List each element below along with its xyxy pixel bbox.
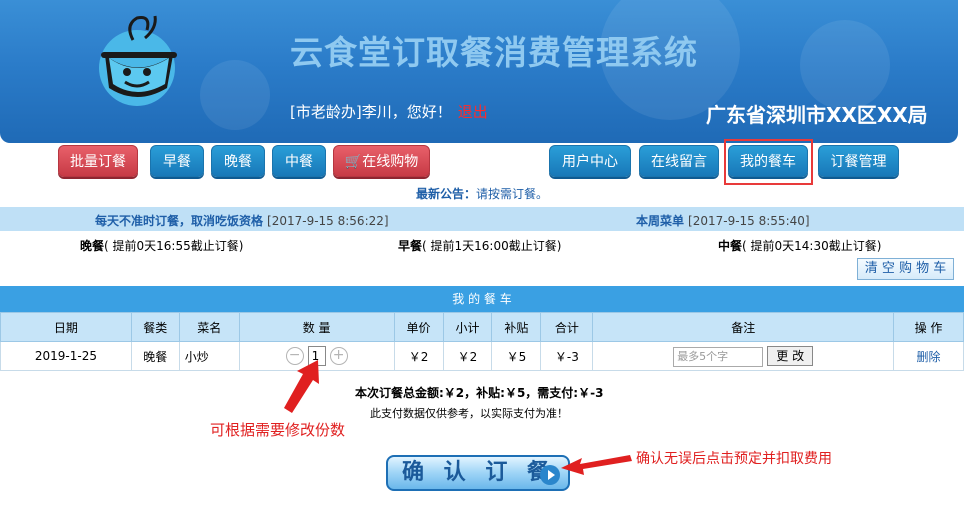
order-manage-button[interactable]: 订餐管理 — [818, 145, 899, 177]
clear-cart-button[interactable]: 清 空 购 物 车 — [857, 258, 954, 280]
plus-button[interactable]: + — [329, 347, 348, 365]
cell-qty: − 1 + — [238, 341, 395, 371]
cart-icon: 🛒 — [344, 154, 363, 170]
logo-icon — [99, 15, 177, 106]
highlight-box — [724, 139, 813, 185]
confirm-order-label: 确 认 订 餐 — [402, 460, 555, 485]
header-banner: 云食堂订取餐消费管理系统 [市老龄办]李川，您好！ 退出 广东省深圳市XX区XX局 — [0, 0, 958, 143]
cell-dish: 小炒 — [178, 341, 240, 371]
breakfast-button[interactable]: 早餐 — [150, 145, 204, 177]
greeting-text: [市老龄办]李川，您好！ — [290, 103, 452, 121]
cell-subtotal: ￥2 — [442, 341, 493, 371]
weekly-menu-time: [2017-9-15 8:55:40] — [688, 214, 810, 228]
dinner-deadline-text: ( 提前0天16:55截止订餐) — [104, 239, 244, 253]
breakfast-deadline: 早餐( 提前1天16:00截止订餐) — [398, 237, 561, 254]
payment-disclaimer: 此支付数据仅供参考，以实际支付为准！ — [370, 407, 568, 420]
header-action: 操 作 — [893, 312, 964, 342]
header-date: 日期 — [0, 312, 132, 342]
minus-button[interactable]: − — [285, 347, 304, 365]
quantity-stepper: − 1 + — [285, 346, 348, 366]
cart-title: 我 的 餐 车 — [0, 286, 964, 312]
header-qty: 数 量 — [238, 312, 395, 342]
order-totals: 本次订餐总金额:￥2，补贴:￥5，需支付:￥-3 — [355, 386, 604, 400]
cart-table: 日期 餐类 菜名 数 量 单价 小计 补贴 合计 备注 操 作 2019-1-2… — [0, 312, 964, 371]
rule-announcement[interactable]: 每天不准时订餐，取消吃饭资格 [2017-9-15 8:56:22] — [95, 212, 389, 229]
cell-action: 删除 — [893, 341, 964, 371]
logout-link[interactable]: 退出 — [458, 103, 488, 121]
confirm-order-button[interactable]: 确 认 订 餐 — [386, 455, 570, 491]
dinner-deadline-label: 晚餐 — [80, 239, 105, 253]
cell-subsidy: ￥5 — [491, 341, 542, 371]
lunch-deadline: 中餐( 提前0天14:30截止订餐) — [718, 237, 881, 254]
notice-text: 请按需订餐。 — [476, 187, 549, 201]
cell-date: 2019-1-25 — [0, 341, 132, 371]
lunch-deadline-label: 中餐 — [718, 239, 743, 253]
header-dish: 菜名 — [178, 312, 240, 342]
lunch-button[interactable]: 中餐 — [272, 145, 326, 177]
online-cart-button[interactable]: 🛒在线购物 — [333, 145, 430, 177]
cell-meal: 晚餐 — [130, 341, 180, 371]
header-subtotal: 小计 — [442, 312, 493, 342]
cell-total: ￥-3 — [540, 341, 594, 371]
cell-unit-price: ￥2 — [393, 341, 444, 371]
batch-order-button[interactable]: 批量订餐 — [58, 145, 138, 177]
delete-link[interactable]: 删除 — [917, 350, 941, 364]
modify-button[interactable]: 更 改 — [767, 345, 814, 366]
header-subsidy: 补贴 — [491, 312, 542, 342]
header-total: 合计 — [540, 312, 594, 342]
decor-bubble — [200, 60, 270, 130]
online-cart-label: 在线购物 — [362, 154, 419, 170]
cell-note: 最多5个字更 改 — [592, 341, 895, 371]
bureau-name: 广东省深圳市XX区XX局 — [706, 103, 928, 127]
header-note: 备注 — [592, 312, 895, 342]
breakfast-deadline-label: 早餐 — [398, 239, 423, 253]
greeting: [市老龄办]李川，您好！ 退出 — [290, 101, 488, 122]
confirm-annotation: 确认无误后点击预定并扣取费用 — [636, 451, 832, 467]
online-message-button[interactable]: 在线留言 — [639, 145, 719, 177]
dinner-deadline: 晚餐( 提前0天16:55截止订餐) — [80, 237, 243, 254]
header-meal: 餐类 — [130, 312, 180, 342]
lunch-deadline-text: ( 提前0天14:30截止订餐) — [742, 239, 882, 253]
quantity-input[interactable]: 1 — [307, 346, 326, 366]
info-strip: 每天不准时订餐，取消吃饭资格 [2017-9-15 8:56:22] 本周菜单 [2… — [0, 207, 964, 231]
qty-annotation: 可根据需要修改份数 — [210, 421, 346, 439]
confirm-arrow-icon — [561, 455, 632, 475]
dinner-button[interactable]: 晚餐 — [211, 145, 265, 177]
weekly-menu-text: 本周菜单 — [636, 214, 685, 228]
breakfast-deadline-text: ( 提前1天16:00截止订餐) — [422, 239, 562, 253]
table-row: 2019-1-25 晚餐 小炒 − 1 + ￥2 ￥2 ￥5 ￥-3 最多5个字… — [0, 341, 964, 371]
header-unit-price: 单价 — [393, 312, 444, 342]
arrow-right-icon — [540, 465, 560, 485]
rule-time: [2017-9-15 8:56:22] — [267, 214, 389, 228]
app-title: 云食堂订取餐消费管理系统 — [290, 33, 698, 72]
notice: 最新公告：请按需订餐。 — [416, 185, 548, 202]
table-header-row: 日期 餐类 菜名 数 量 单价 小计 补贴 合计 备注 操 作 — [0, 312, 964, 342]
user-center-button[interactable]: 用户中心 — [549, 145, 631, 177]
note-input[interactable]: 最多5个字 — [673, 346, 764, 367]
rule-text: 每天不准时订餐，取消吃饭资格 — [95, 214, 264, 228]
notice-label: 最新公告： — [416, 187, 477, 201]
deadlines: 晚餐( 提前0天16:55截止订餐) 早餐( 提前1天16:00截止订餐) 中餐… — [0, 231, 964, 286]
decor-bubble — [800, 20, 890, 110]
weekly-menu-link[interactable]: 本周菜单 [2017-9-15 8:55:40] — [636, 212, 810, 229]
